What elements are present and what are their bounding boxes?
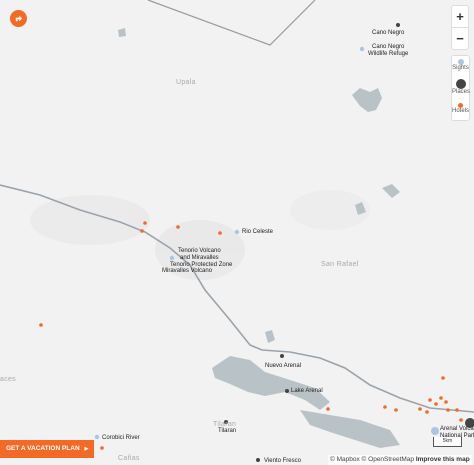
place-label-cano-negro-refuge[interactable]: Cano Negro Wildlife Refuge — [368, 44, 408, 58]
legend-item-sights[interactable]: Sights — [452, 59, 469, 72]
places-dot-icon — [455, 79, 466, 89]
place-label-miravalles-volcano[interactable]: Miravalles Volcano — [162, 268, 212, 275]
map-attribution: © Mapbox © OpenStreetMap Improve this ma… — [328, 455, 472, 465]
place-marker — [285, 389, 289, 393]
scale-bar: 5km — [433, 437, 462, 447]
place-label-lake-arenal[interactable]: Lake Arenal — [291, 388, 323, 395]
legend-item-places[interactable]: Places — [452, 79, 471, 96]
place-label-tenorio-volcano[interactable]: Tenorio Volcano and Miravalles — [178, 248, 221, 262]
sight-marker — [359, 46, 365, 52]
share-button[interactable] — [10, 10, 27, 27]
osm-attribution-link[interactable]: © OpenStreetMap — [362, 456, 414, 463]
legend-label-sights: Sights — [452, 65, 469, 71]
share-arrow-icon — [15, 15, 23, 22]
region-label-san-rafael: San Rafael — [321, 261, 359, 268]
place-label-nuevo-arenal[interactable]: Nuevo Arenal — [265, 363, 301, 370]
vacation-plan-button[interactable]: GET A VACATION PLAN ▶ — [0, 440, 94, 458]
place-marker — [280, 354, 284, 358]
place-marker — [256, 458, 260, 462]
sight-marker — [234, 229, 240, 235]
map-legend: Sights Places Hotels — [451, 55, 470, 121]
region-label-canas: Cañas — [118, 455, 140, 462]
map-canvas[interactable] — [0, 0, 474, 465]
place-marker — [396, 23, 400, 27]
place-label-cano-negro[interactable]: Cano Negro — [372, 30, 404, 37]
zoom-out-button[interactable]: − — [452, 28, 468, 49]
legend-label-places: Places — [452, 89, 471, 95]
place-label-tilaran[interactable]: Tilaran — [218, 428, 236, 435]
place-label-rio-celeste[interactable]: Rio Celeste — [242, 229, 273, 236]
arrow-right-icon: ▶ — [84, 446, 89, 452]
legend-item-hotels[interactable]: Hotels — [452, 103, 469, 115]
region-label-upala: Upala — [176, 79, 196, 86]
sight-marker — [169, 255, 175, 261]
region-label-left-edge: aces — [0, 376, 16, 383]
vacation-plan-label: GET A VACATION PLAN — [6, 445, 80, 452]
region-label-tilaran-faint: Tilaran — [213, 421, 237, 428]
sight-marker — [94, 434, 100, 440]
zoom-in-button[interactable]: + — [452, 6, 468, 27]
place-label-corobici-river[interactable]: Corobici River — [102, 435, 140, 442]
improve-map-link[interactable]: Improve this map — [416, 456, 470, 463]
legend-label-hotels: Hotels — [452, 108, 470, 114]
place-label-viento-fresco[interactable]: Viento Fresco — [264, 458, 301, 465]
sight-marker — [431, 427, 439, 435]
mapbox-attribution-link[interactable]: © Mapbox — [330, 456, 360, 463]
zoom-controls: + − — [451, 5, 469, 50]
